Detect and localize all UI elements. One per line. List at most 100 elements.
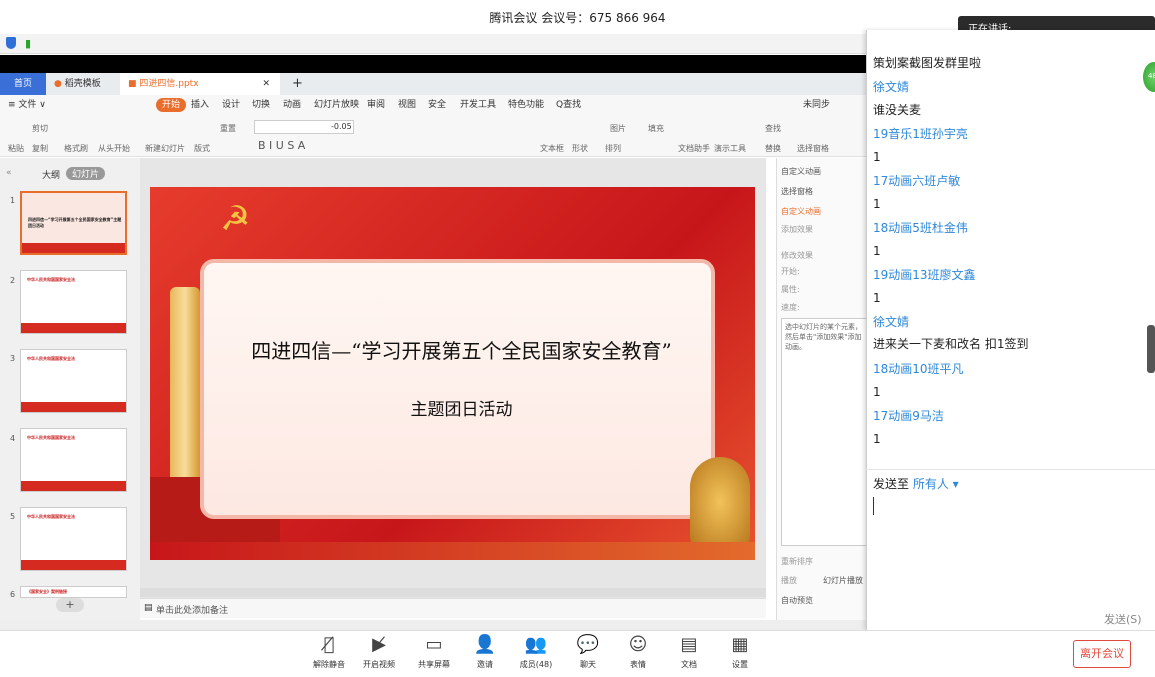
- chat-sender[interactable]: 18动画10班平凡: [873, 360, 964, 377]
- font-style-buttons[interactable]: B I U S A: [258, 139, 305, 152]
- tab-outline[interactable]: 大纲: [42, 168, 60, 181]
- add-effect-button[interactable]: 添加效果: [781, 224, 813, 235]
- custom-animation-tab[interactable]: 自定义动画: [781, 206, 821, 217]
- copy-button[interactable]: 复制: [32, 143, 48, 154]
- close-icon[interactable]: ✕: [262, 73, 270, 95]
- slide-thumbnail-5[interactable]: 中华人民共和国国家安全法: [20, 507, 127, 571]
- thumb-bar: [21, 323, 126, 333]
- thumb-bar: [22, 243, 125, 253]
- new-tab-icon[interactable]: +: [284, 73, 311, 95]
- menu-design[interactable]: 设计: [222, 95, 240, 115]
- slide-subtitle[interactable]: 主题团日活动: [204, 395, 719, 420]
- chat-sender[interactable]: 徐文婧: [873, 313, 909, 330]
- animation-panel: 自定义动画 选择窗格 自定义动画 添加效果 修改效果 开始: 属性: 速度: 选…: [776, 158, 867, 620]
- chat-message: 谁没关麦: [873, 103, 922, 117]
- mute-button[interactable]: 🎙̸ 解除静音: [304, 634, 354, 670]
- menu-search[interactable]: Q查找: [556, 95, 581, 115]
- docs-button[interactable]: ▤ 文档: [664, 634, 714, 670]
- chat-input[interactable]: [866, 490, 1155, 605]
- demo-tools-button[interactable]: 演示工具: [714, 143, 746, 154]
- replace-button[interactable]: 替换: [765, 143, 781, 154]
- mic-off-icon: 🎙̸: [323, 634, 335, 655]
- chat-sender[interactable]: 19音乐1班孙宇亮: [873, 125, 968, 142]
- chat-button[interactable]: 💬 聊天: [563, 634, 613, 670]
- thumb-bar: [21, 402, 126, 412]
- paste-button[interactable]: 粘贴: [8, 143, 24, 154]
- tab-template[interactable]: ● 稻壳模板: [46, 73, 118, 95]
- slideshow-button[interactable]: 幻灯片播放: [823, 575, 863, 586]
- menu-file[interactable]: ≡ 文件 ∨: [8, 95, 46, 115]
- play-button[interactable]: 播放: [781, 575, 797, 586]
- tab-home[interactable]: 首页: [0, 73, 46, 95]
- menu-animation[interactable]: 动画: [283, 95, 301, 115]
- side-handle[interactable]: [1147, 325, 1155, 373]
- menu-view[interactable]: 视图: [398, 95, 416, 115]
- members-button[interactable]: 👥 成员(48): [511, 634, 561, 670]
- invite-button[interactable]: 👤 邀请: [460, 634, 510, 670]
- slide-thumbnail-6[interactable]: 《国家安全》案例链接: [20, 586, 127, 598]
- settings-label: 设置: [732, 660, 748, 669]
- menu-slideshow[interactable]: 幻灯片放映: [314, 95, 359, 115]
- find-button[interactable]: 查找: [765, 123, 781, 134]
- slide-thumbnail-2[interactable]: 中华人民共和国国家安全法: [20, 270, 127, 334]
- tab-slides[interactable]: 幻灯片: [66, 167, 106, 180]
- autopreview-checkbox[interactable]: 自动预览: [781, 595, 813, 606]
- leave-meeting-button[interactable]: 离开会议: [1073, 640, 1131, 668]
- menu-start[interactable]: 开始: [156, 98, 187, 112]
- menu-devtools[interactable]: 开发工具: [460, 95, 496, 115]
- arrange-button[interactable]: 排列: [605, 143, 621, 154]
- emoji-button[interactable]: ☺ 表情: [613, 634, 663, 670]
- share-screen-button[interactable]: ▭ 共享屏幕: [409, 634, 459, 670]
- chat-message: 1: [873, 150, 881, 164]
- menu-security[interactable]: 安全: [428, 95, 446, 115]
- doc-helper-button[interactable]: 文档助手: [678, 143, 710, 154]
- chat-sender[interactable]: 19动画13班廖文鑫: [873, 266, 976, 283]
- slide-number: 3: [10, 354, 16, 363]
- send-button[interactable]: 发送(S): [1104, 611, 1142, 627]
- menu-transition[interactable]: 切换: [252, 95, 270, 115]
- font-size-input[interactable]: -0.05: [254, 120, 354, 134]
- select-pane-link[interactable]: 选择窗格: [781, 186, 813, 197]
- chat-sender[interactable]: 徐文婧: [873, 78, 909, 95]
- slide-bottom-band: [150, 542, 755, 560]
- speed-label: 速度:: [781, 303, 800, 312]
- collapse-icon[interactable]: «: [6, 168, 12, 178]
- chat-icon: 💬: [576, 634, 600, 655]
- new-slide-button[interactable]: 新建幻灯片: [145, 143, 185, 154]
- picture-button[interactable]: 图片: [610, 123, 626, 134]
- notes-icon: ▤: [144, 603, 153, 613]
- chat-sender[interactable]: 18动画5班杜金伟: [873, 219, 968, 236]
- settings-button[interactable]: ▦ 设置: [715, 634, 765, 670]
- chat-sender[interactable]: 17动画六班卢敏: [873, 172, 960, 189]
- video-button[interactable]: ▶̸ 开启视频: [354, 634, 404, 670]
- slide-thumbnail-4[interactable]: 中华人民共和国国家安全法: [20, 428, 127, 492]
- slide-number: 6: [10, 590, 16, 599]
- fill-button[interactable]: 填充: [648, 123, 664, 134]
- select-pane-button[interactable]: 选择窗格: [797, 143, 829, 154]
- menu-features[interactable]: 特色功能: [508, 95, 544, 115]
- slide-thumbnail-3[interactable]: 中华人民共和国国家安全法: [20, 349, 127, 413]
- horizontal-scrollbar[interactable]: [140, 588, 766, 597]
- cut-button[interactable]: 剪切: [32, 123, 48, 134]
- textbox-button[interactable]: 文本框: [540, 143, 564, 154]
- format-painter-button[interactable]: 格式刷: [64, 143, 88, 154]
- slide-title[interactable]: 四进四信—“学习开展第五个全民国家安全教育”: [204, 335, 719, 364]
- share-screen-icon: ▭: [425, 634, 443, 655]
- slide-canvas[interactable]: ☭ 四进四信—“学习开展第五个全民国家安全教育” 主题团日活动: [150, 187, 755, 560]
- reset-button[interactable]: 重置: [220, 123, 236, 134]
- send-to-target[interactable]: 所有人 ▾: [913, 477, 959, 491]
- wps-status-bar: [0, 620, 866, 630]
- menu-review[interactable]: 审阅: [367, 95, 385, 115]
- slide-thumbnail-1[interactable]: 四进四信—“学习开展第五个全民国家安全教育”主题团日活动: [20, 191, 127, 255]
- add-slide-button[interactable]: +: [56, 598, 84, 612]
- notes-bar[interactable]: ▤ 单击此处添加备注: [140, 598, 766, 618]
- sync-status[interactable]: 未同步: [803, 95, 830, 115]
- menu-insert[interactable]: 插入: [191, 95, 209, 115]
- shield-icon[interactable]: [6, 37, 16, 49]
- from-start-button[interactable]: 从头开始: [98, 143, 130, 154]
- layout-button[interactable]: 版式: [194, 143, 210, 154]
- shape-button[interactable]: 形状: [572, 143, 588, 154]
- chat-sender[interactable]: 17动画9马洁: [873, 407, 944, 424]
- tab-file[interactable]: ■ 四进四信.pptx ✕: [120, 73, 280, 95]
- slide-number: 4: [10, 434, 16, 443]
